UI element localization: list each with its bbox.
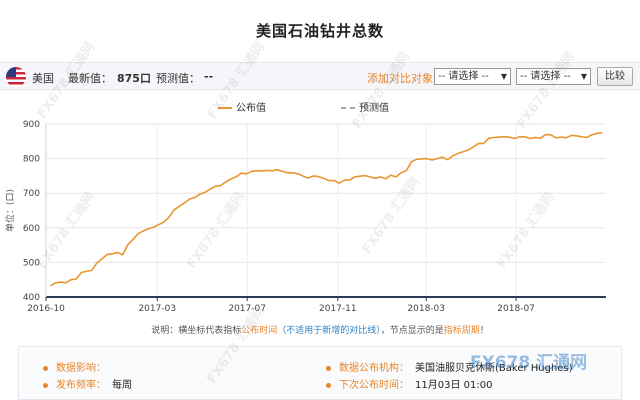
legend-forecast-swatch xyxy=(341,107,355,109)
y-tick-label: 400 xyxy=(23,293,40,303)
legend-forecast-label: 预测值 xyxy=(359,103,389,114)
note-mid: ，节点显示的是 xyxy=(380,326,444,336)
x-tick-label: 2017-03 xyxy=(138,304,176,314)
info-next-release: 下次公布时间： 11月03日 01:00 xyxy=(326,376,492,391)
legend-published[interactable]: 公布值 xyxy=(218,99,266,114)
x-tick-label: 2016-10 xyxy=(27,304,65,314)
note-prefix: 说明：横坐标代表指标 xyxy=(151,326,242,336)
frequency-label: 发布频率： xyxy=(56,380,106,391)
x-tick-label: 2017-07 xyxy=(228,304,266,314)
info-frequency: 发布频率： 每周 xyxy=(43,376,132,391)
note-compare-hint: （不适用于新增的对比线） xyxy=(277,326,381,336)
y-axis-title: 单位：(口) xyxy=(4,189,16,232)
bullet-icon xyxy=(326,365,331,371)
y-tick-label: 800 xyxy=(23,155,40,165)
chart-grid xyxy=(45,123,606,298)
line-chart: 400 500 600 700 800 900 2016-10 2017-03 2017-07 2… xyxy=(4,120,606,314)
y-tick-label: 600 xyxy=(23,224,40,234)
info-impact: 数据影响： xyxy=(43,359,112,374)
chart-note: 说明：横坐标代表指标公布时间（不适用于新增的对比线），节点显示的是指标周期！ xyxy=(0,323,640,336)
x-tick-label: 2017-11 xyxy=(319,304,357,314)
x-tick-label: 2018-03 xyxy=(407,304,445,314)
legend-published-swatch xyxy=(218,107,232,109)
next-release-label: 下次公布时间： xyxy=(339,380,409,391)
bullet-icon xyxy=(43,382,48,388)
note-highlight-period: 指标周期 xyxy=(443,326,480,336)
y-tick-label: 500 xyxy=(23,258,40,268)
bullet-icon xyxy=(326,382,331,388)
next-release-value: 11月03日 01:00 xyxy=(415,380,493,391)
chart-series xyxy=(49,131,603,287)
legend-forecast[interactable]: 预测值 xyxy=(341,99,389,114)
impact-label: 数据影响： xyxy=(56,363,106,374)
x-tick-label: 2018-07 xyxy=(497,304,535,314)
organization-label: 数据公布机构： xyxy=(339,363,409,374)
series-line-published xyxy=(49,131,603,287)
note-highlight-time: 公布时间 xyxy=(241,326,278,336)
bullet-icon xyxy=(43,365,48,371)
frequency-value: 每周 xyxy=(112,380,132,391)
note-suffix: ！ xyxy=(479,326,489,336)
legend-published-label: 公布值 xyxy=(236,103,266,114)
y-tick-label: 900 xyxy=(23,120,40,130)
y-tick-label: 700 xyxy=(23,189,40,199)
brand-watermark: FX678 汇通网 xyxy=(470,353,588,373)
